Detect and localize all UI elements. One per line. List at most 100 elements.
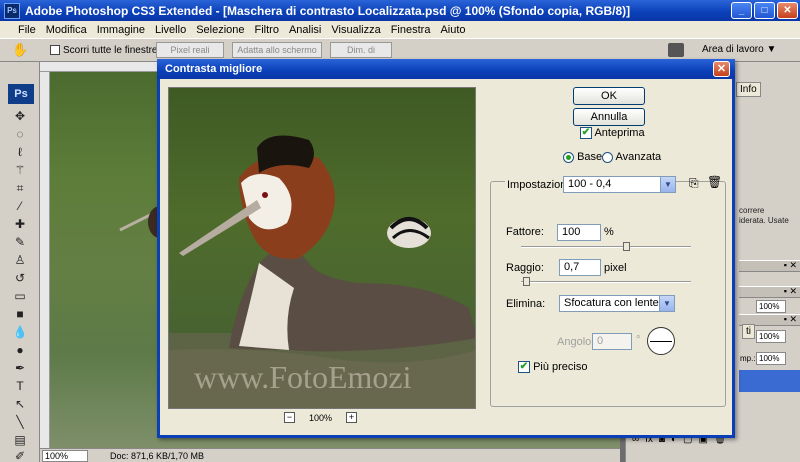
workspace-menu[interactable]: Area di lavoro ▼ — [702, 44, 776, 55]
info-tab[interactable]: Info — [736, 82, 761, 97]
crop-tool-icon[interactable]: ⌗ — [12, 180, 28, 196]
remove-select[interactable]: Sfocatura con lente ▼ — [559, 295, 675, 312]
advanced-radio-row[interactable]: Avanzata — [602, 151, 661, 163]
notes-tool-icon[interactable]: ▤ — [12, 432, 28, 448]
menu-livello[interactable]: Livello — [155, 24, 186, 36]
menu-file[interactable]: File — [18, 24, 36, 36]
menu-aiuto[interactable]: Aiuto — [440, 24, 465, 36]
move-tool-icon[interactable]: ✥ — [12, 108, 28, 124]
print-size-button[interactable]: Dim. di stampa — [330, 42, 392, 69]
settings-select[interactable]: 100 - 0,4 ▼ — [563, 176, 676, 193]
line-tool-icon[interactable]: ╲ — [12, 414, 28, 430]
app-title-bar: Ps Adobe Photoshop CS3 Extended - [Masch… — [0, 0, 800, 21]
history-brush-icon[interactable]: ↺ — [12, 270, 28, 286]
eyedropper-tool-icon[interactable]: ✐ — [12, 448, 28, 462]
advanced-radio[interactable] — [602, 151, 613, 163]
amount-input[interactable]: 100 — [557, 224, 601, 241]
basic-radio-row[interactable]: Base — [563, 151, 602, 163]
app-title: Adobe Photoshop CS3 Extended - [Maschera… — [25, 3, 631, 18]
save-settings-icon[interactable]: ⎘ — [689, 176, 699, 191]
basic-label: Base — [577, 151, 603, 163]
healing-brush-icon[interactable]: ✚ — [12, 216, 28, 232]
angle-dial[interactable] — [647, 327, 675, 355]
remove-value: Sfocatura con lente — [564, 297, 659, 309]
actual-pixels-button[interactable]: Pixel reali — [156, 42, 224, 58]
remove-label: Elimina: — [506, 298, 546, 310]
zoom-in-button[interactable]: + — [346, 412, 358, 423]
dodge-tool-icon[interactable]: ● — [12, 342, 28, 358]
radius-input[interactable]: 0,7 — [559, 259, 601, 276]
photoshop-logo-icon: Ps — [8, 84, 34, 104]
amount-slider-thumb[interactable] — [623, 242, 631, 251]
more-accurate-row[interactable]: ✔ Più preciso — [518, 361, 587, 374]
zoom-level-field[interactable]: 100% — [42, 449, 88, 462]
preview-zoom-controls: − 100% + — [284, 412, 358, 423]
menu-immagine[interactable]: Immagine — [97, 24, 145, 36]
clone-stamp-icon[interactable]: ♙ — [12, 252, 28, 268]
cancel-button[interactable]: Annulla — [573, 108, 645, 126]
radius-slider-thumb[interactable] — [523, 277, 531, 286]
toolbox: Ps ✥ ◌ ℓ ⚚ ⌗ ⁄ ✚ ✎ ♙ ↺ ▭ ■ 💧 ● ✒ T ↖ ╲ ▤… — [0, 62, 40, 462]
radius-slider[interactable] — [521, 281, 691, 283]
eraser-tool-icon[interactable]: ▭ — [12, 288, 28, 304]
hand-tool-icon[interactable]: ✋ — [12, 42, 28, 58]
preview-checkbox-row[interactable]: ✔ Anteprima — [580, 127, 645, 140]
menu-modifica[interactable]: Modifica — [46, 24, 87, 36]
panel-text-line-1: correre — [739, 206, 765, 215]
chevron-down-icon: ▼ — [659, 296, 674, 311]
panel-text-line-2: iderata. Usate — [739, 216, 789, 225]
maximize-button[interactable]: □ — [754, 2, 775, 19]
vertical-ruler — [40, 72, 50, 448]
zoom-out-button[interactable]: − — [284, 412, 295, 423]
settings-group — [490, 181, 726, 407]
angle-unit: ° — [636, 334, 641, 346]
menu-analisi[interactable]: Analisi — [289, 24, 321, 36]
selected-layer-row[interactable] — [739, 370, 800, 392]
marquee-tool-icon[interactable]: ◌ — [12, 126, 28, 142]
basic-radio[interactable] — [563, 151, 574, 163]
gradient-tool-icon[interactable]: ■ — [12, 306, 28, 322]
brush-tool-icon[interactable]: ✎ — [12, 234, 28, 250]
grebe-photo: www.FotoEmozi — [169, 135, 475, 408]
lasso-tool-icon[interactable]: ℓ — [12, 144, 28, 160]
close-window-button[interactable]: ✕ — [777, 2, 798, 19]
radius-label: Raggio: — [506, 262, 544, 274]
path-selection-icon[interactable]: ↖ — [12, 396, 28, 412]
menu-visualizza[interactable]: Visualizza — [331, 24, 380, 36]
advanced-label: Avanzata — [615, 151, 662, 163]
preview-label: Anteprima — [594, 127, 645, 139]
amount-label: Fattore: — [506, 226, 544, 238]
minimize-button[interactable]: _ — [731, 2, 752, 19]
slice-tool-icon[interactable]: ⁄ — [12, 198, 28, 214]
blur-tool-icon[interactable]: 💧 — [12, 324, 28, 340]
document-size: Doc: 871,6 KB/1,70 MB — [110, 450, 205, 461]
pen-tool-icon[interactable]: ✒ — [12, 360, 28, 376]
preview-zoom-value: 100% — [309, 412, 333, 423]
workspace-icon[interactable] — [668, 43, 684, 57]
fit-screen-button[interactable]: Adatta allo schermo — [232, 42, 322, 58]
radius-unit: pixel — [604, 262, 627, 274]
magic-wand-tool-icon[interactable]: ⚚ — [12, 162, 28, 178]
fill-field[interactable]: 100% — [756, 352, 786, 365]
type-tool-icon[interactable]: T — [12, 378, 28, 394]
menu-filtro[interactable]: Filtro — [255, 24, 279, 36]
opacity-field-2[interactable]: 100% — [756, 330, 786, 343]
preview-image[interactable]: www.FotoEmozi — [168, 87, 476, 409]
amount-slider[interactable] — [521, 246, 691, 248]
menu-finestra[interactable]: Finestra — [391, 24, 431, 36]
menu-selezione[interactable]: Selezione — [196, 24, 244, 36]
preview-checkbox[interactable]: ✔ — [580, 127, 592, 140]
dialog-close-button[interactable]: ✕ — [713, 61, 730, 77]
angle-label: Angolo: — [557, 336, 595, 348]
trash-icon[interactable]: 🗑 — [707, 175, 722, 189]
more-accurate-checkbox[interactable]: ✔ — [518, 361, 530, 374]
status-bar: 100% Doc: 871,6 KB/1,70 MB — [40, 448, 620, 462]
opacity-field[interactable]: 100% — [756, 300, 786, 313]
menu-bar: File Modifica Immagine Livello Selezione… — [0, 21, 800, 38]
angle-input[interactable]: 0 — [592, 333, 632, 350]
ok-button[interactable]: OK — [573, 87, 645, 105]
layers-tab[interactable]: ti — [742, 324, 755, 339]
settings-value: 100 - 0,4 — [568, 178, 612, 190]
scroll-all-windows-checkbox[interactable] — [50, 45, 60, 55]
panel-header-strip: ▪ ✕ — [739, 286, 800, 298]
